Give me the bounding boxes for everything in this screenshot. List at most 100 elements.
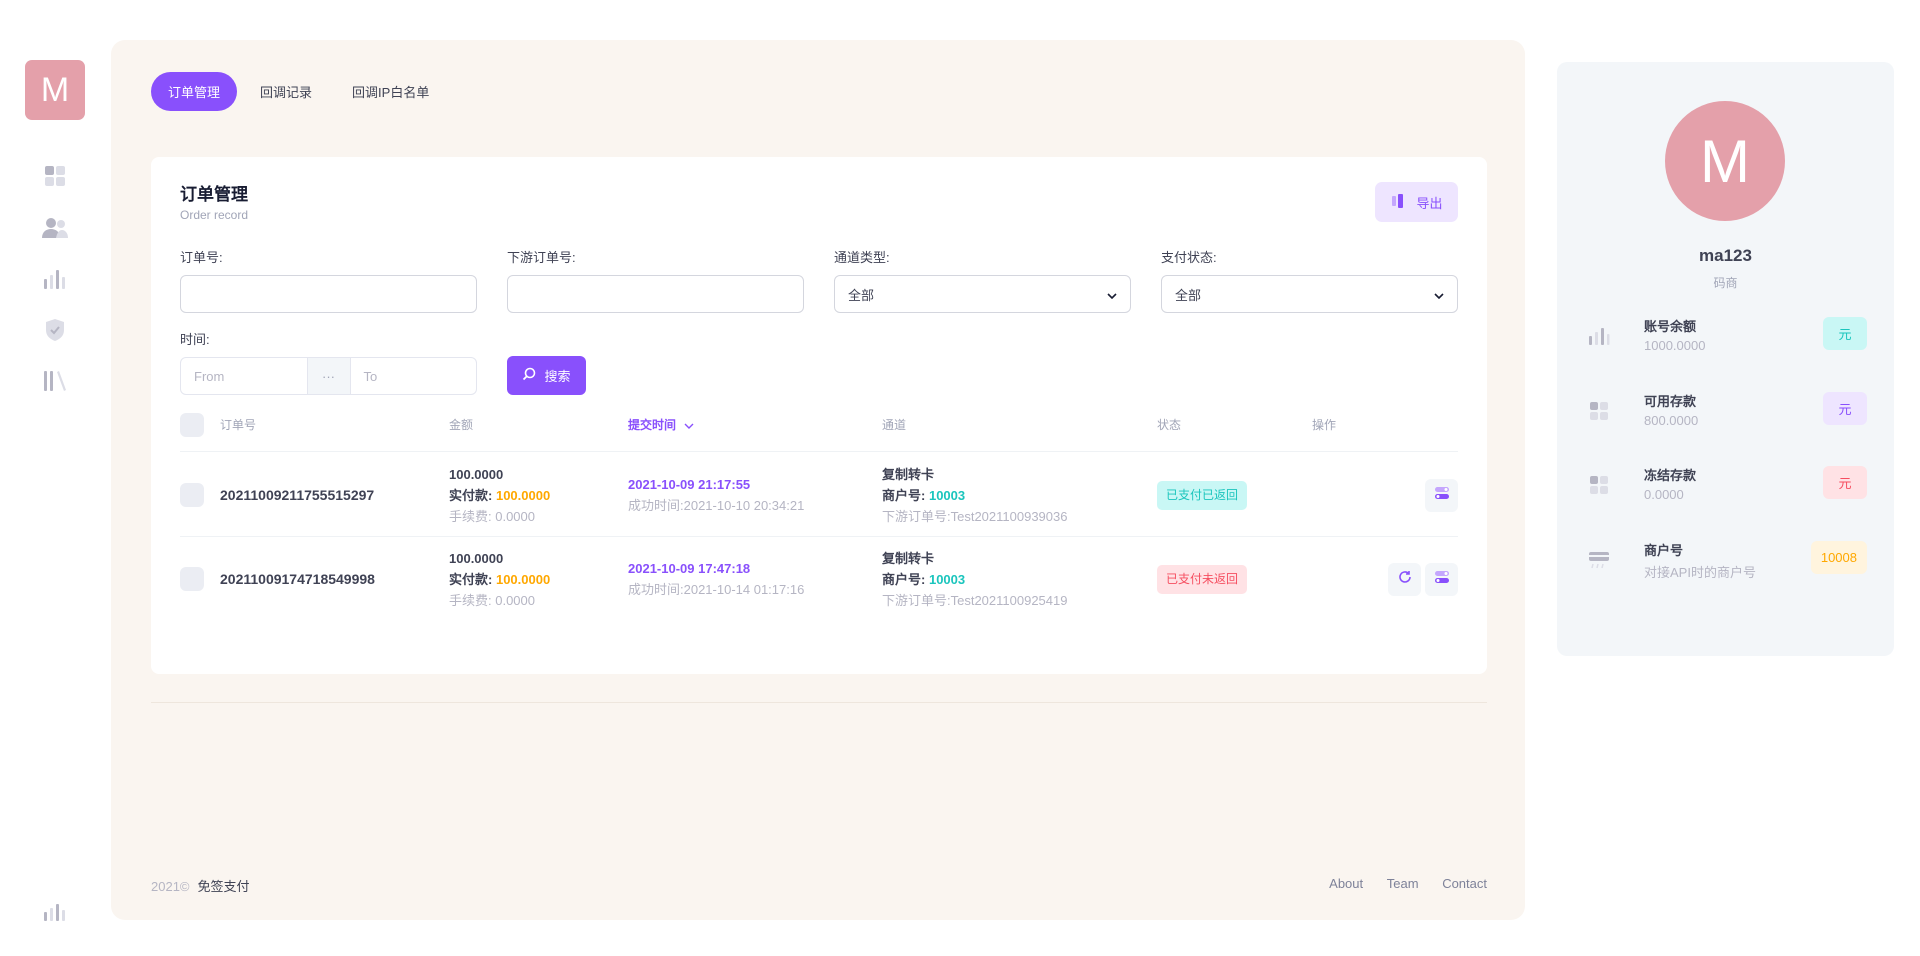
- submit-time: 2021-10-09 21:17:55: [628, 477, 751, 492]
- footer-link-contact[interactable]: Contact: [1442, 876, 1487, 891]
- avatar[interactable]: M: [1665, 101, 1785, 221]
- merchant-label: 商户号:: [882, 571, 926, 587]
- paid-amount: 100.0000: [495, 571, 551, 587]
- grid-icon[interactable]: [40, 161, 70, 191]
- stat-tag: 元: [1823, 392, 1867, 425]
- date-separator: ···: [306, 358, 351, 394]
- submit-time: 2021-10-09 17:47:18: [628, 561, 751, 576]
- header-status: 状态: [1157, 418, 1182, 432]
- shield-icon[interactable]: [40, 315, 70, 345]
- footer-link-about[interactable]: About: [1329, 876, 1363, 891]
- pay-status-filter: 支付状态: 全部: [1161, 247, 1458, 313]
- grid-icon: [1587, 473, 1611, 497]
- tab-order-management[interactable]: 订单管理: [151, 72, 238, 111]
- channel-label: 通道类型:: [834, 250, 890, 265]
- select-all-checkbox[interactable]: [180, 412, 204, 437]
- amount: 100.0000: [449, 550, 504, 566]
- row-checkbox[interactable]: [180, 483, 204, 507]
- order-no: 20211009211755515297: [220, 486, 375, 503]
- order-no-input[interactable]: [180, 275, 477, 313]
- header-submit-time-label: 提交时间: [628, 418, 677, 432]
- downstream-no-filter: 下游订单号:: [507, 247, 804, 313]
- resend-callback-button[interactable]: [1388, 562, 1421, 596]
- downstream-order-no: 下游订单号:Test2021100939036: [882, 508, 1068, 524]
- stat-value: 0.0000: [1644, 487, 1684, 502]
- header-channel: 通道: [882, 418, 907, 432]
- library-icon[interactable]: [40, 366, 70, 396]
- header-order-no: 订单号: [220, 418, 257, 432]
- channel-select-value: 全部: [848, 287, 875, 303]
- pay-status-label: 支付状态:: [1161, 250, 1217, 265]
- bar-chart-icon: [1587, 324, 1611, 348]
- user-role: 码商: [1713, 276, 1738, 290]
- time-filter: 时间: From ··· To: [180, 329, 477, 395]
- user-name: ma123: [1699, 246, 1752, 265]
- chevron-down-icon: [1434, 287, 1444, 302]
- left-aside: M: [0, 0, 111, 956]
- export-button[interactable]: 导出: [1375, 182, 1458, 222]
- sort-down-icon: [684, 418, 694, 432]
- app-logo[interactable]: M: [25, 60, 85, 120]
- users-icon[interactable]: [40, 213, 70, 243]
- header-submit-time[interactable]: 提交时间: [628, 397, 694, 452]
- row-checkbox[interactable]: [180, 567, 204, 591]
- time-label: 时间:: [180, 332, 210, 347]
- paid-label: 实付款:: [449, 487, 493, 503]
- search-icon: [522, 367, 536, 384]
- main-content: 订单管理 回调记录 回调IP白名单 订单管理 Order record 导出 订…: [111, 40, 1525, 920]
- paid-amount: 100.0000: [495, 487, 551, 503]
- date-to-input[interactable]: To: [351, 358, 477, 394]
- bar-chart-icon[interactable]: [40, 264, 70, 294]
- footer-link-team[interactable]: Team: [1387, 876, 1419, 891]
- paid-label: 实付款:: [449, 571, 493, 587]
- header-action: 操作: [1312, 418, 1337, 432]
- order-no-filter: 订单号:: [180, 247, 477, 313]
- downstream-order-no: 下游订单号:Test2021100925419: [882, 592, 1068, 608]
- stat-tag: 元: [1823, 317, 1867, 350]
- footer-brand-link[interactable]: 免签支付: [198, 879, 250, 894]
- stat-tag: 10008: [1810, 541, 1867, 574]
- channel-select[interactable]: 全部: [834, 275, 1131, 313]
- downstream-no-label: 下游订单号:: [507, 250, 576, 265]
- toggle-button[interactable]: [1425, 478, 1458, 512]
- downstream-no-input[interactable]: [507, 275, 804, 313]
- refresh-icon: [1398, 569, 1412, 590]
- divider: [151, 702, 1487, 703]
- export-icon: [1390, 193, 1406, 212]
- date-from-input[interactable]: From: [181, 358, 307, 394]
- merchant-no: 10003: [928, 487, 966, 503]
- pay-status-select-value: 全部: [1175, 287, 1202, 303]
- search-button[interactable]: 搜索: [507, 356, 586, 395]
- toggle-icon: [1434, 569, 1450, 590]
- merchant-no: 10003: [928, 571, 966, 587]
- stat-label: 冻结存款: [1644, 468, 1697, 483]
- pay-status-select[interactable]: 全部: [1161, 275, 1458, 313]
- order-no: 20211009174718549998: [220, 570, 375, 587]
- table-header: 订单号 金额 提交时间 通道 状态 操作: [180, 397, 1458, 452]
- profile-panel: M ma123 码商 账号余额 1000.0000 元 可用存款 800.000…: [1557, 62, 1894, 656]
- bar-chart-icon[interactable]: [40, 897, 70, 927]
- amount: 100.0000: [449, 466, 504, 482]
- table-row: 20211009211755515297 100.0000 实付款: 100.0…: [180, 453, 1458, 537]
- stat-tag: 元: [1823, 466, 1867, 499]
- export-label: 导出: [1416, 195, 1443, 211]
- stat-label: 账号余额: [1644, 319, 1697, 334]
- fee: 手续费: 0.0000: [449, 592, 535, 608]
- toggle-button[interactable]: [1425, 562, 1458, 596]
- stat-value: 对接API时的商户号: [1644, 565, 1756, 580]
- stat-account-balance: 账号余额 1000.0000 元: [1587, 316, 1867, 366]
- stat-available-deposit: 可用存款 800.0000 元: [1587, 391, 1867, 441]
- stat-label: 商户号: [1644, 543, 1684, 558]
- status-badge: 已支付未返回: [1157, 564, 1248, 594]
- channel-name: 复制转卡: [882, 466, 935, 482]
- footer: 2021© 免签支付 About Team Contact: [151, 876, 1487, 895]
- search-label: 搜索: [544, 369, 571, 384]
- tab-callback-ip-whitelist[interactable]: 回调IP白名单: [335, 72, 446, 111]
- toggle-icon: [1434, 485, 1450, 506]
- stat-value: 1000.0000: [1644, 338, 1706, 353]
- channel-filter: 通道类型: 全部: [834, 247, 1131, 313]
- fee: 手续费: 0.0000: [449, 508, 535, 524]
- tab-callback-records[interactable]: 回调记录: [243, 72, 329, 111]
- stat-label: 可用存款: [1644, 394, 1697, 409]
- date-range: From ··· To: [180, 357, 477, 395]
